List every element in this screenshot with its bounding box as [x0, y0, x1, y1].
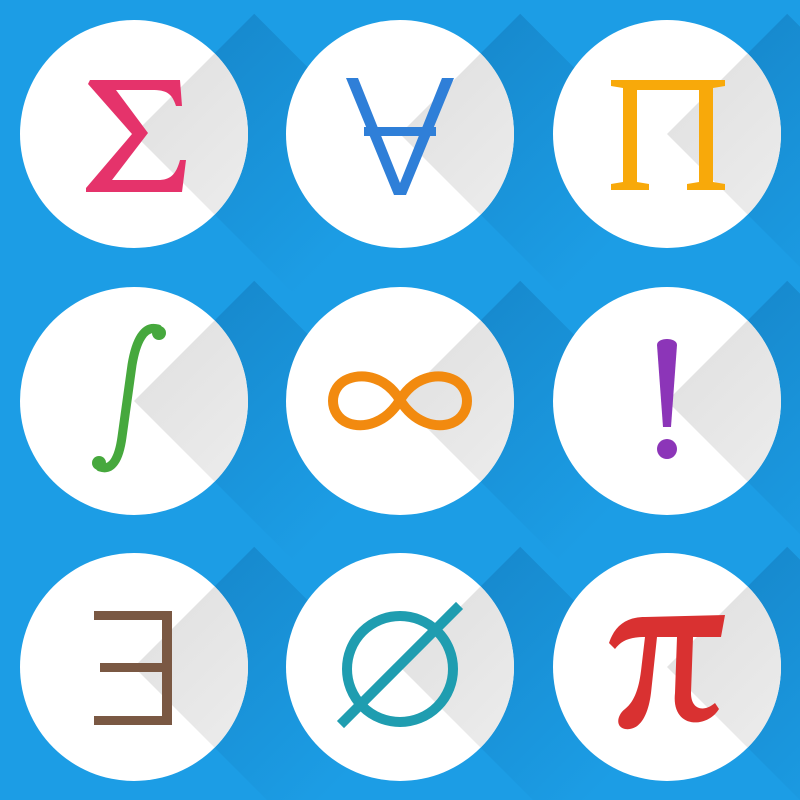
icon-tile-for-all: ∀: [286, 13, 682, 296]
sigma-icon: Σ: [20, 20, 248, 248]
icon-tile-pi-lower: π: [553, 546, 800, 800]
icon-tile-integral: ∫: [20, 280, 416, 563]
icon-tile-pi-capital: Π: [553, 13, 800, 296]
empty-set-icon: ∅: [286, 553, 514, 781]
exists-icon: ∃: [20, 553, 248, 781]
for-all-icon: ∀: [286, 20, 514, 248]
infinity-icon: ∞: [286, 287, 514, 515]
icon-tile-empty-set: ∅: [286, 546, 682, 800]
exclamation-icon: !: [553, 287, 781, 515]
icon-grid: Σ ∀ Π: [0, 0, 800, 800]
icon-tile-exists: ∃: [20, 546, 416, 800]
icon-tile-infinity: ∞: [286, 280, 682, 563]
pi-lower-icon: π: [553, 553, 781, 781]
integral-icon: ∫: [20, 287, 248, 515]
pi-capital-icon: Π: [553, 20, 781, 248]
icon-tile-sigma: Σ: [20, 13, 416, 296]
icon-tile-exclamation: !: [553, 280, 800, 563]
